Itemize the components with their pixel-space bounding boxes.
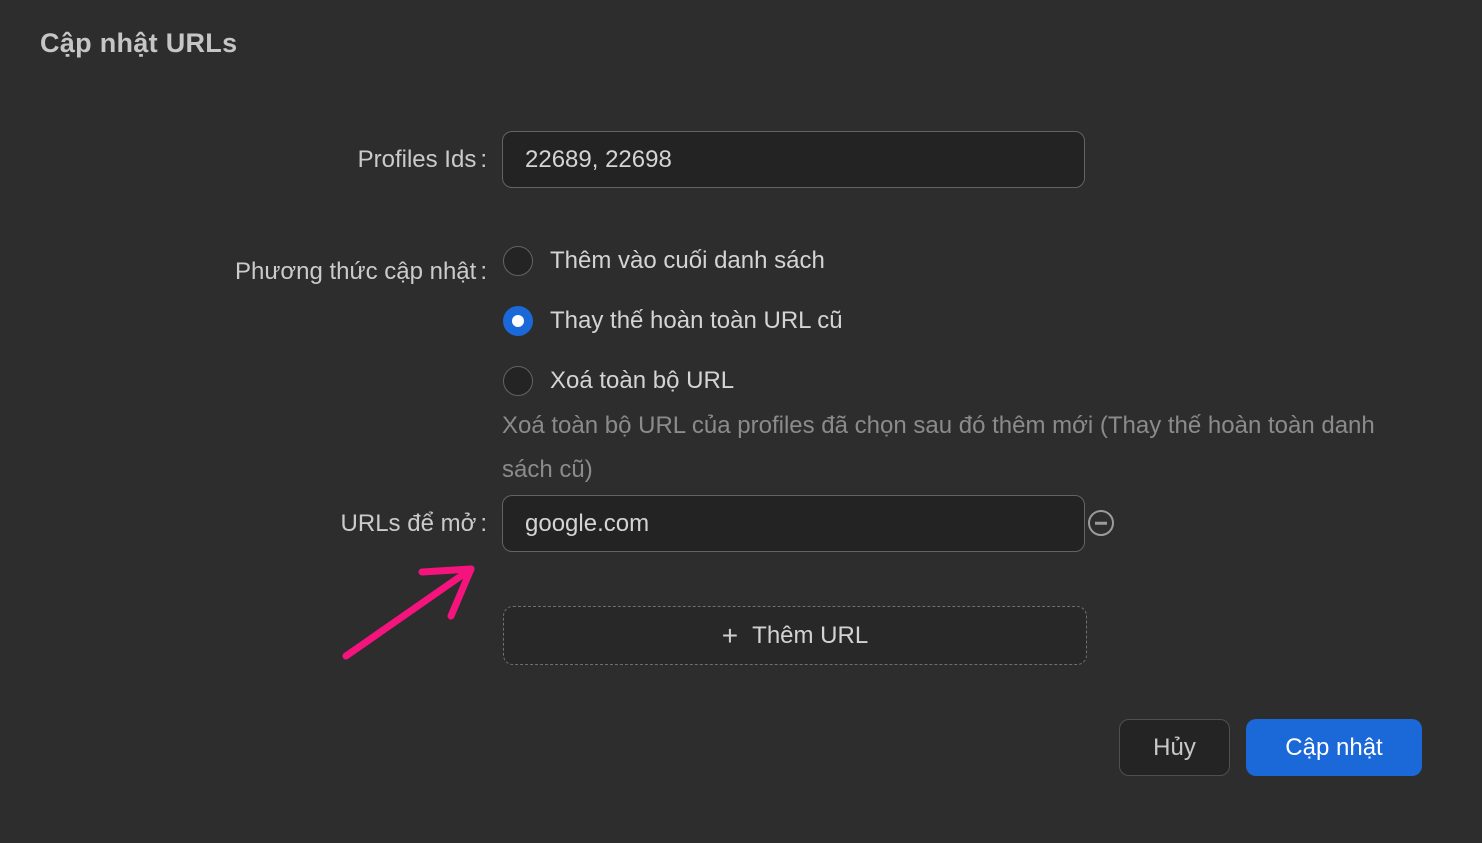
- radio-option-delete-all[interactable]: Xoá toàn bộ URL: [503, 366, 734, 396]
- radio-option-append[interactable]: Thêm vào cuối danh sách: [503, 246, 825, 276]
- radio-option-replace[interactable]: Thay thế hoàn toàn URL cũ: [503, 306, 843, 336]
- update-submit-button[interactable]: Cập nhật: [1246, 719, 1422, 776]
- update-method-label: Phương thức cập nhật :: [0, 240, 487, 286]
- update-method-label-text: Phương thức cập nhật: [235, 258, 476, 286]
- profiles-ids-label-text: Profiles Ids: [358, 146, 477, 174]
- radio-option-label: Thay thế hoàn toàn URL cũ: [550, 307, 843, 335]
- cancel-button[interactable]: Hủy: [1119, 719, 1230, 776]
- url-input[interactable]: [502, 495, 1085, 552]
- add-url-button[interactable]: + Thêm URL: [503, 606, 1087, 665]
- radio-selected-icon[interactable]: [503, 306, 533, 336]
- update-urls-dialog: Cập nhật URLs Profiles Ids : Phương thức…: [0, 0, 1482, 843]
- label-colon: :: [480, 510, 487, 538]
- label-colon: :: [480, 146, 487, 174]
- radio-option-label: Thêm vào cuối danh sách: [550, 247, 825, 275]
- add-url-button-label: Thêm URL: [752, 622, 868, 650]
- label-colon: :: [480, 258, 487, 286]
- method-help-text: Xoá toàn bộ URL của profiles đã chọn sau…: [502, 404, 1394, 492]
- radio-unselected-icon[interactable]: [503, 246, 533, 276]
- minus-circle-icon[interactable]: [1088, 510, 1114, 536]
- radio-option-label: Xoá toàn bộ URL: [550, 367, 734, 395]
- profiles-ids-input[interactable]: [502, 131, 1085, 188]
- urls-to-open-label-text: URLs để mở: [341, 510, 477, 538]
- radio-unselected-icon[interactable]: [503, 366, 533, 396]
- urls-to-open-label: URLs để mở :: [0, 495, 487, 552]
- profiles-ids-label: Profiles Ids :: [0, 131, 487, 188]
- plus-icon: +: [722, 622, 738, 650]
- dialog-title: Cập nhật URLs: [40, 28, 237, 59]
